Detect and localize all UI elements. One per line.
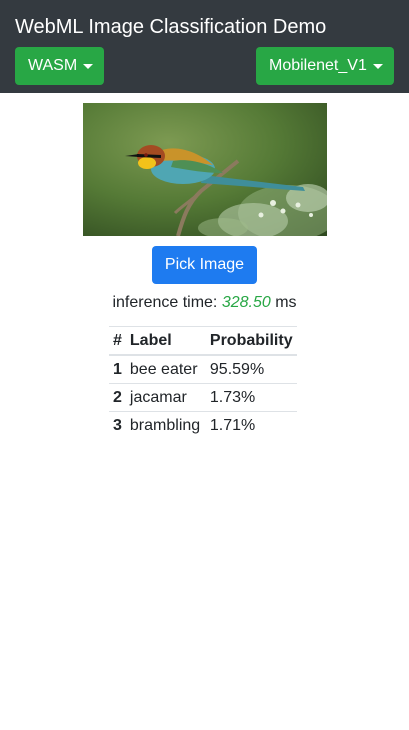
header-probability: Probability xyxy=(205,326,297,356)
row-rank: 3 xyxy=(109,411,126,439)
inference-value: 328.50 xyxy=(221,294,271,311)
navbar: WebML Image Classification Demo WASM Mob… xyxy=(0,0,409,93)
pick-image-button[interactable]: Pick Image xyxy=(152,246,257,284)
inference-label: inference time: xyxy=(112,294,218,311)
inference-time: inference time: 328.50 ms xyxy=(0,293,409,313)
inference-unit: ms xyxy=(275,294,297,311)
row-label: jacamar xyxy=(125,383,206,412)
bird-photo xyxy=(83,103,327,236)
header-label: Label xyxy=(125,326,206,356)
row-label: brambling xyxy=(125,411,206,439)
table-row: 3 brambling 1.71% xyxy=(109,411,297,439)
row-rank: 2 xyxy=(109,383,126,412)
row-probability: 1.71% xyxy=(205,411,297,439)
row-rank: 1 xyxy=(109,354,126,384)
table-row: 2 jacamar 1.73% xyxy=(109,383,297,412)
backend-dropdown-button[interactable]: WASM xyxy=(15,47,104,85)
results-header-row: # Label Probability xyxy=(109,326,297,356)
caret-down-icon xyxy=(372,64,383,69)
model-dropdown-label: Mobilenet_V1 xyxy=(269,57,367,74)
caret-down-icon xyxy=(83,64,94,69)
table-row: 1 bee eater 95.59% xyxy=(109,354,297,384)
row-label: bee eater xyxy=(125,354,206,384)
row-probability: 95.59% xyxy=(205,354,297,384)
row-probability: 1.73% xyxy=(205,383,297,412)
results-table: # Label Probability 1 bee eater 95.59% 2… xyxy=(109,326,297,439)
input-image xyxy=(83,103,327,236)
backend-dropdown-label: WASM xyxy=(28,57,78,74)
header-rank: # xyxy=(109,326,126,356)
model-dropdown-button[interactable]: Mobilenet_V1 xyxy=(256,47,394,85)
app-title: WebML Image Classification Demo xyxy=(15,16,327,38)
